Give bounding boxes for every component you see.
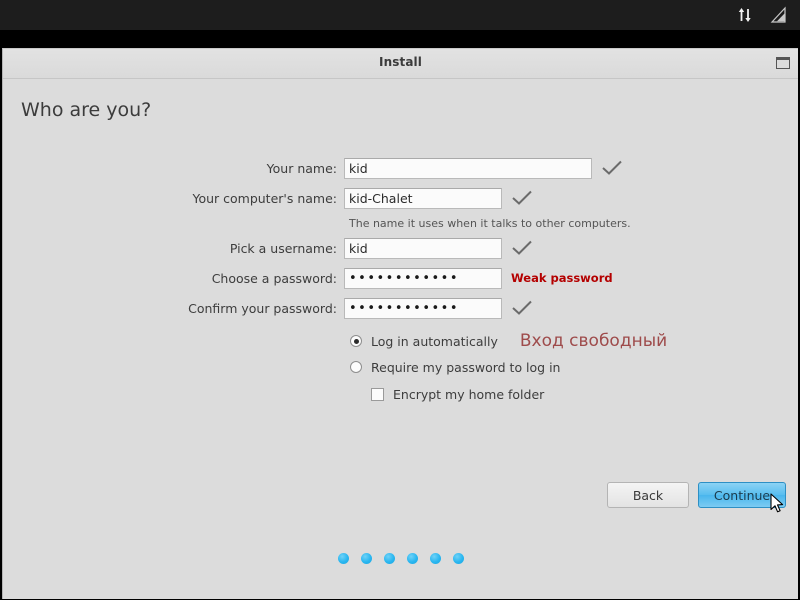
checkbox-encrypt-home[interactable] bbox=[371, 387, 384, 401]
back-button[interactable]: Back bbox=[607, 482, 689, 508]
screen-gap-strip bbox=[0, 30, 800, 48]
label-username: Pick a username: bbox=[229, 240, 337, 256]
signal-strength-icon[interactable] bbox=[766, 4, 792, 26]
page-title: Who are you? bbox=[21, 99, 152, 121]
window-title: Install bbox=[379, 55, 422, 69]
computer-name-input[interactable] bbox=[344, 187, 502, 209]
continue-button[interactable]: Continue bbox=[698, 482, 786, 508]
label-require-password: Require my password to log in bbox=[371, 359, 561, 375]
check-icon bbox=[601, 160, 623, 176]
installer-window: Install Who are you? Your name: Your com… bbox=[2, 48, 798, 599]
check-icon bbox=[511, 240, 533, 256]
form-row-password: Choose a password: •••••••••••• Weak pas… bbox=[3, 263, 798, 293]
progress-dot[interactable] bbox=[383, 553, 395, 564]
window-titlebar: Install bbox=[3, 49, 798, 79]
label-confirm-password: Confirm your password: bbox=[188, 300, 337, 316]
check-icon bbox=[511, 300, 533, 316]
helper-row-computer-name: The name it uses when it talks to other … bbox=[3, 213, 798, 233]
check-icon bbox=[511, 190, 533, 206]
username-input[interactable] bbox=[344, 237, 502, 259]
password-strength-status: Weak password bbox=[511, 271, 613, 285]
confirm-password-input[interactable]: •••••••••••• bbox=[344, 297, 502, 319]
progress-dot[interactable] bbox=[452, 553, 464, 564]
maximize-window-button[interactable] bbox=[776, 57, 790, 69]
option-row-login-automatically: Log in automatically Вход свободный bbox=[350, 329, 798, 353]
form-row-computer-name: Your computer's name: bbox=[3, 183, 798, 213]
label-encrypt-home: Encrypt my home folder bbox=[393, 386, 545, 402]
label-password: Choose a password: bbox=[211, 270, 337, 286]
option-row-encrypt-home: Encrypt my home folder bbox=[371, 382, 798, 406]
progress-dot[interactable] bbox=[337, 553, 349, 564]
label-your-name: Your name: bbox=[266, 160, 337, 176]
progress-dots bbox=[3, 553, 798, 564]
progress-dot[interactable] bbox=[406, 553, 418, 564]
option-row-require-password: Require my password to log in bbox=[350, 355, 798, 379]
annotation-text: Вход свободный bbox=[519, 331, 668, 351]
system-tray-bar bbox=[0, 0, 800, 30]
computer-name-helper-text: The name it uses when it talks to other … bbox=[349, 216, 631, 230]
progress-dot[interactable] bbox=[429, 553, 441, 564]
password-input[interactable]: •••••••••••• bbox=[344, 267, 502, 289]
radio-login-automatically[interactable] bbox=[350, 335, 362, 347]
radio-require-password[interactable] bbox=[350, 361, 362, 373]
form-row-your-name: Your name: bbox=[3, 153, 798, 183]
form-row-confirm-password: Confirm your password: •••••••••••• bbox=[3, 293, 798, 323]
network-transfer-icon[interactable] bbox=[732, 4, 758, 26]
progress-dot[interactable] bbox=[360, 553, 372, 564]
label-login-automatically: Log in automatically bbox=[371, 333, 498, 349]
form-row-username: Pick a username: bbox=[3, 233, 798, 263]
user-setup-form: Your name: Your computer's name: The nam… bbox=[3, 153, 798, 406]
footer-button-bar: Back Continue bbox=[607, 482, 786, 508]
your-name-input[interactable] bbox=[344, 157, 592, 179]
label-computer-name: Your computer's name: bbox=[192, 190, 337, 206]
